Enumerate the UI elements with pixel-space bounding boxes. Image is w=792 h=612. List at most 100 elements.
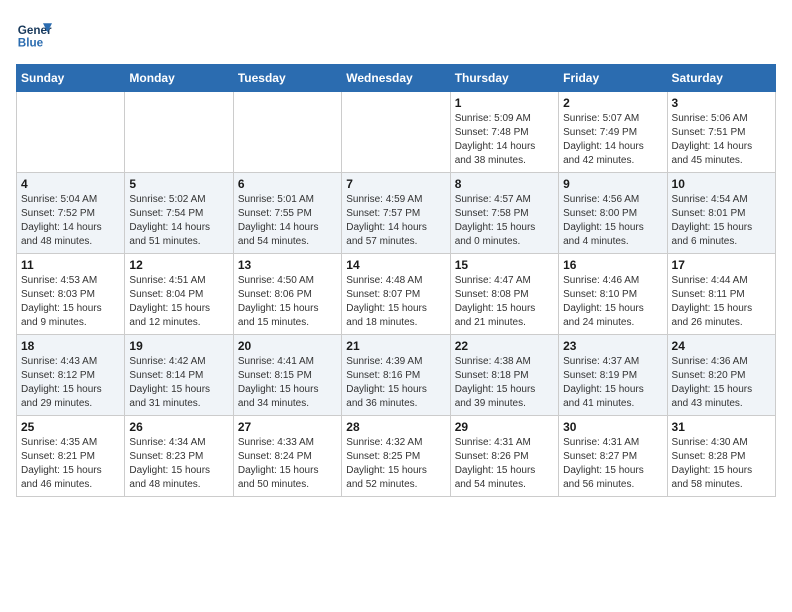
day-info: Sunrise: 4:31 AM Sunset: 8:26 PM Dayligh…	[455, 436, 554, 492]
day-number: 28	[346, 420, 445, 434]
calendar-cell: 20 Sunrise: 4:41 AM Sunset: 8:15 PM Dayli…	[233, 335, 341, 416]
day-number: 1	[455, 96, 554, 110]
calendar-header-row: SundayMondayTuesdayWednesdayThursdayFrid…	[17, 65, 776, 92]
day-number: 13	[238, 258, 337, 272]
day-number: 4	[21, 177, 120, 191]
day-info: Sunrise: 4:46 AM Sunset: 8:10 PM Dayligh…	[563, 274, 662, 330]
calendar-cell: 26 Sunrise: 4:34 AM Sunset: 8:23 PM Dayli…	[125, 416, 233, 497]
day-info: Sunrise: 4:57 AM Sunset: 7:58 PM Dayligh…	[455, 193, 554, 249]
day-number: 14	[346, 258, 445, 272]
weekday-header-saturday: Saturday	[667, 65, 775, 92]
day-info: Sunrise: 4:31 AM Sunset: 8:27 PM Dayligh…	[563, 436, 662, 492]
calendar-cell: 30 Sunrise: 4:31 AM Sunset: 8:27 PM Dayli…	[559, 416, 667, 497]
day-number: 31	[672, 420, 771, 434]
day-info: Sunrise: 5:02 AM Sunset: 7:54 PM Dayligh…	[129, 193, 228, 249]
calendar-cell: 27 Sunrise: 4:33 AM Sunset: 8:24 PM Dayli…	[233, 416, 341, 497]
calendar-cell: 4 Sunrise: 5:04 AM Sunset: 7:52 PM Daylig…	[17, 173, 125, 254]
calendar-cell: 3 Sunrise: 5:06 AM Sunset: 7:51 PM Daylig…	[667, 92, 775, 173]
day-info: Sunrise: 4:41 AM Sunset: 8:15 PM Dayligh…	[238, 355, 337, 411]
calendar-cell: 29 Sunrise: 4:31 AM Sunset: 8:26 PM Dayli…	[450, 416, 558, 497]
day-info: Sunrise: 5:04 AM Sunset: 7:52 PM Dayligh…	[21, 193, 120, 249]
weekday-header-monday: Monday	[125, 65, 233, 92]
day-number: 27	[238, 420, 337, 434]
calendar-week-4: 18 Sunrise: 4:43 AM Sunset: 8:12 PM Dayli…	[17, 335, 776, 416]
calendar-cell	[342, 92, 450, 173]
day-number: 5	[129, 177, 228, 191]
day-number: 25	[21, 420, 120, 434]
weekday-header-friday: Friday	[559, 65, 667, 92]
calendar-cell: 18 Sunrise: 4:43 AM Sunset: 8:12 PM Dayli…	[17, 335, 125, 416]
day-info: Sunrise: 4:43 AM Sunset: 8:12 PM Dayligh…	[21, 355, 120, 411]
day-info: Sunrise: 4:54 AM Sunset: 8:01 PM Dayligh…	[672, 193, 771, 249]
calendar-cell: 9 Sunrise: 4:56 AM Sunset: 8:00 PM Daylig…	[559, 173, 667, 254]
day-info: Sunrise: 4:33 AM Sunset: 8:24 PM Dayligh…	[238, 436, 337, 492]
calendar-week-1: 1 Sunrise: 5:09 AM Sunset: 7:48 PM Daylig…	[17, 92, 776, 173]
day-number: 26	[129, 420, 228, 434]
page-header: General Blue	[16, 16, 776, 52]
calendar-cell: 1 Sunrise: 5:09 AM Sunset: 7:48 PM Daylig…	[450, 92, 558, 173]
day-number: 17	[672, 258, 771, 272]
day-info: Sunrise: 4:38 AM Sunset: 8:18 PM Dayligh…	[455, 355, 554, 411]
day-number: 9	[563, 177, 662, 191]
calendar-cell: 21 Sunrise: 4:39 AM Sunset: 8:16 PM Dayli…	[342, 335, 450, 416]
logo: General Blue	[16, 16, 52, 52]
day-number: 7	[346, 177, 445, 191]
day-info: Sunrise: 4:44 AM Sunset: 8:11 PM Dayligh…	[672, 274, 771, 330]
day-info: Sunrise: 4:30 AM Sunset: 8:28 PM Dayligh…	[672, 436, 771, 492]
day-info: Sunrise: 4:47 AM Sunset: 8:08 PM Dayligh…	[455, 274, 554, 330]
day-info: Sunrise: 4:56 AM Sunset: 8:00 PM Dayligh…	[563, 193, 662, 249]
day-number: 6	[238, 177, 337, 191]
day-info: Sunrise: 4:34 AM Sunset: 8:23 PM Dayligh…	[129, 436, 228, 492]
calendar-cell: 13 Sunrise: 4:50 AM Sunset: 8:06 PM Dayli…	[233, 254, 341, 335]
calendar-cell: 15 Sunrise: 4:47 AM Sunset: 8:08 PM Dayli…	[450, 254, 558, 335]
day-number: 12	[129, 258, 228, 272]
calendar-cell: 22Sunrise: 4:38 AM Sunset: 8:18 PM Dayli…	[450, 335, 558, 416]
day-info: Sunrise: 4:53 AM Sunset: 8:03 PM Dayligh…	[21, 274, 120, 330]
calendar-cell: 2 Sunrise: 5:07 AM Sunset: 7:49 PM Daylig…	[559, 92, 667, 173]
weekday-header-wednesday: Wednesday	[342, 65, 450, 92]
calendar-cell: 25 Sunrise: 4:35 AM Sunset: 8:21 PM Dayli…	[17, 416, 125, 497]
weekday-header-sunday: Sunday	[17, 65, 125, 92]
day-info: Sunrise: 4:59 AM Sunset: 7:57 PM Dayligh…	[346, 193, 445, 249]
day-number: 29	[455, 420, 554, 434]
calendar-week-2: 4 Sunrise: 5:04 AM Sunset: 7:52 PM Daylig…	[17, 173, 776, 254]
day-info: Sunrise: 4:51 AM Sunset: 8:04 PM Dayligh…	[129, 274, 228, 330]
calendar-cell: 16Sunrise: 4:46 AM Sunset: 8:10 PM Dayli…	[559, 254, 667, 335]
calendar-cell: 10 Sunrise: 4:54 AM Sunset: 8:01 PM Dayli…	[667, 173, 775, 254]
weekday-header-thursday: Thursday	[450, 65, 558, 92]
calendar-cell: 17 Sunrise: 4:44 AM Sunset: 8:11 PM Dayli…	[667, 254, 775, 335]
day-number: 15	[455, 258, 554, 272]
day-info: Sunrise: 4:42 AM Sunset: 8:14 PM Dayligh…	[129, 355, 228, 411]
calendar-week-3: 11Sunrise: 4:53 AM Sunset: 8:03 PM Dayli…	[17, 254, 776, 335]
day-info: Sunrise: 4:37 AM Sunset: 8:19 PM Dayligh…	[563, 355, 662, 411]
calendar-table: SundayMondayTuesdayWednesdayThursdayFrid…	[16, 64, 776, 497]
day-info: Sunrise: 5:06 AM Sunset: 7:51 PM Dayligh…	[672, 112, 771, 168]
day-number: 20	[238, 339, 337, 353]
day-number: 21	[346, 339, 445, 353]
day-number: 30	[563, 420, 662, 434]
calendar-week-5: 25 Sunrise: 4:35 AM Sunset: 8:21 PM Dayli…	[17, 416, 776, 497]
day-number: 3	[672, 96, 771, 110]
day-info: Sunrise: 4:35 AM Sunset: 8:21 PM Dayligh…	[21, 436, 120, 492]
calendar-cell: 23 Sunrise: 4:37 AM Sunset: 8:19 PM Dayli…	[559, 335, 667, 416]
day-info: Sunrise: 4:50 AM Sunset: 8:06 PM Dayligh…	[238, 274, 337, 330]
day-number: 2	[563, 96, 662, 110]
day-number: 24	[672, 339, 771, 353]
calendar-cell: 12 Sunrise: 4:51 AM Sunset: 8:04 PM Dayli…	[125, 254, 233, 335]
day-info: Sunrise: 4:48 AM Sunset: 8:07 PM Dayligh…	[346, 274, 445, 330]
day-number: 19	[129, 339, 228, 353]
day-number: 8	[455, 177, 554, 191]
day-number: 23	[563, 339, 662, 353]
weekday-header-tuesday: Tuesday	[233, 65, 341, 92]
calendar-cell: 24 Sunrise: 4:36 AM Sunset: 8:20 PM Dayli…	[667, 335, 775, 416]
day-number: 10	[672, 177, 771, 191]
day-number: 18	[21, 339, 120, 353]
logo-icon: General Blue	[16, 16, 52, 52]
day-info: Sunrise: 5:09 AM Sunset: 7:48 PM Dayligh…	[455, 112, 554, 168]
day-info: Sunrise: 5:07 AM Sunset: 7:49 PM Dayligh…	[563, 112, 662, 168]
day-info: Sunrise: 4:36 AM Sunset: 8:20 PM Dayligh…	[672, 355, 771, 411]
calendar-cell: 5 Sunrise: 5:02 AM Sunset: 7:54 PM Daylig…	[125, 173, 233, 254]
day-info: Sunrise: 4:39 AM Sunset: 8:16 PM Dayligh…	[346, 355, 445, 411]
day-info: Sunrise: 5:01 AM Sunset: 7:55 PM Dayligh…	[238, 193, 337, 249]
calendar-cell: 14 Sunrise: 4:48 AM Sunset: 8:07 PM Dayli…	[342, 254, 450, 335]
